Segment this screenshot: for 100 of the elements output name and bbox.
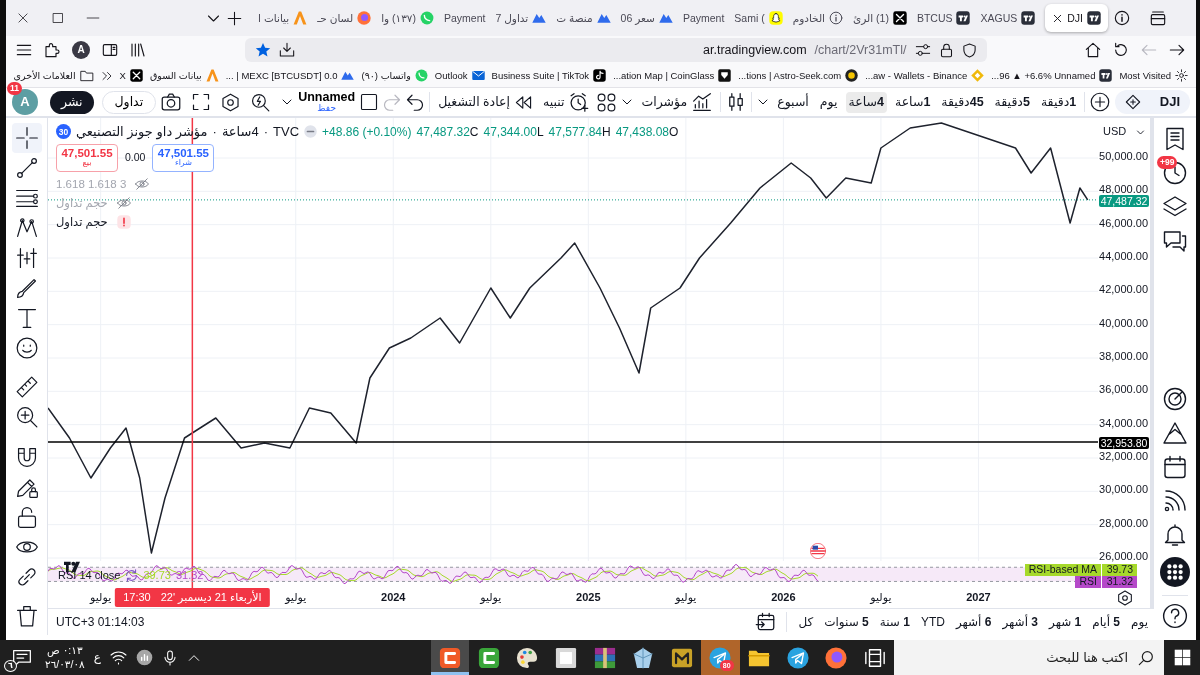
price-change: +48.86 (+0.10%) — [322, 124, 412, 139]
trade-button[interactable]: تداول — [101, 90, 157, 114]
browser-tab[interactable]: الخادوم — [788, 4, 847, 32]
range-button[interactable]: YTD — [920, 614, 945, 630]
bookmark-link[interactable]: بيانات السوق — [149, 69, 219, 82]
browser-tab[interactable]: (١٣٧) وا — [377, 4, 438, 32]
calendar-icon[interactable] — [755, 612, 776, 632]
reload-icon[interactable] — [1113, 42, 1129, 58]
bookmark-link[interactable]: Most Visited — [1119, 69, 1188, 82]
library-icon[interactable] — [130, 42, 146, 58]
maximize-icon[interactable] — [52, 12, 64, 24]
bell-icon[interactable] — [1163, 523, 1187, 547]
settings-icon[interactable] — [1117, 590, 1133, 606]
bookmark-folder[interactable]: العلامات الأخرى — [13, 68, 94, 83]
browser-tab[interactable]: Payment — [678, 4, 729, 32]
bookmark-link[interactable]: ... | MEXC [BTCUSDT] 0.0 — [225, 69, 355, 82]
search-field[interactable]: اكتب هنا للبحث — [894, 640, 1164, 675]
mountain-icon[interactable] — [1163, 421, 1187, 445]
wifi-icon[interactable] — [109, 649, 127, 666]
quick-search-icon[interactable] — [251, 92, 271, 112]
help-icon[interactable] — [1162, 603, 1188, 629]
symbol-search-field[interactable]: DJI — [1115, 90, 1190, 114]
shield-icon[interactable] — [961, 42, 977, 58]
browser-tab[interactable]: DJI — [1045, 4, 1108, 32]
layers-icon[interactable] — [1163, 195, 1187, 219]
currency-dropdown[interactable]: USD — [1100, 123, 1148, 141]
range-button[interactable]: يوم — [1131, 614, 1148, 630]
eye-off-icon[interactable] — [116, 195, 131, 210]
legend-title: 4ساعة — [221, 124, 259, 140]
settings-icon[interactable] — [221, 92, 241, 112]
target-icon[interactable] — [1163, 387, 1187, 411]
range-button[interactable]: كل — [798, 614, 814, 630]
alert-button[interactable]: تنبيه — [539, 90, 593, 114]
download-icon[interactable] — [278, 42, 295, 58]
bookmark-link[interactable]: واتساب (٩٠) — [361, 69, 428, 82]
back-icon[interactable] — [1169, 42, 1185, 58]
interval-button[interactable]: يوم — [816, 91, 841, 113]
info-icon[interactable] — [1114, 10, 1130, 26]
browser-tab[interactable]: بيانات ا — [254, 4, 312, 32]
browser-tab[interactable]: سعر 06 — [616, 4, 677, 32]
microphone-icon[interactable] — [161, 649, 178, 666]
bookmark-link[interactable]: Outlook — [434, 69, 485, 82]
sidebar-icon[interactable] — [102, 42, 118, 58]
puzzle-icon[interactable] — [44, 42, 60, 58]
clock-date[interactable]: ٢٦/٠٣/٠٨ — [45, 657, 85, 671]
browser-tab[interactable]: (1) الرئ — [849, 4, 911, 32]
camera-icon[interactable] — [161, 92, 182, 112]
bookmark-link[interactable]: ...aw - Wallets - Binance — [865, 69, 985, 82]
crosshair-icon[interactable] — [11, 123, 42, 153]
browser-tab[interactable]: Sami ( — [730, 4, 787, 32]
browser-tab[interactable]: XAGUS — [976, 4, 1040, 32]
meter-icon[interactable] — [135, 649, 153, 666]
tab-list-icon[interactable] — [1150, 10, 1166, 26]
close-icon[interactable] — [1052, 12, 1064, 24]
bookmark-link[interactable]: ...96 ▲ +6.6% Unnamed — [991, 69, 1113, 82]
close-icon[interactable] — [16, 11, 30, 25]
calendar-icon[interactable] — [1163, 455, 1187, 479]
bookmark-link[interactable]: X — [119, 69, 143, 82]
apps-icon[interactable] — [1160, 557, 1190, 587]
bookmark-link[interactable]: Business Suite | TikTok — [491, 69, 607, 82]
minus-icon[interactable] — [304, 125, 318, 139]
timezone-button[interactable]: UTC+3 01:14:03 — [56, 614, 145, 630]
home-icon[interactable] — [1085, 42, 1101, 58]
eye-off-icon[interactable] — [135, 176, 150, 191]
address-field[interactable]: ar.tradingview.com /chart/2Vr31mTl/ — [244, 38, 987, 62]
bookmark-link[interactable]: ...ation Map | CoinGlass — [613, 69, 732, 82]
chat-icon[interactable] — [1163, 229, 1187, 253]
signal-icon[interactable] — [1163, 489, 1187, 513]
menu-icon[interactable] — [16, 42, 32, 58]
lock-icon[interactable] — [938, 42, 954, 58]
undo-icon[interactable] — [406, 93, 425, 111]
legend-title: · — [212, 124, 217, 140]
grid-icon[interactable] — [597, 92, 617, 112]
indicators-button[interactable]: مؤشرات — [638, 90, 716, 114]
list-icon[interactable] — [1163, 127, 1187, 151]
browser-tab[interactable]: Payment — [440, 4, 490, 32]
new-tab-icon[interactable] — [227, 10, 243, 26]
interval-button[interactable]: أسبوع — [774, 91, 812, 113]
bookmark-link[interactable]: ...tions | Astro-Seek.com — [738, 69, 859, 82]
alert-icon[interactable] — [116, 214, 131, 229]
add-icon[interactable] — [1090, 92, 1111, 112]
browser-tab[interactable]: BTCUS — [912, 4, 975, 32]
browser-tab[interactable]: منصة ت — [552, 4, 615, 32]
windows-icon[interactable] — [1173, 649, 1191, 666]
count-badge: 30 — [56, 124, 71, 140]
language-indicator[interactable]: ع — [93, 650, 101, 665]
taskbar-button[interactable] — [430, 640, 470, 675]
star-icon[interactable] — [254, 42, 271, 58]
indicator-label[interactable]: حجم تداول — [56, 214, 108, 229]
layout-icon[interactable] — [360, 93, 379, 111]
replay-button[interactable]: إعادة التشغيل — [435, 91, 535, 113]
double-chevron-icon[interactable] — [100, 69, 113, 82]
publish-button[interactable]: نشر — [50, 90, 94, 114]
account-button[interactable]: A — [72, 41, 90, 59]
clock-time[interactable]: ٠:١٣ ص — [47, 644, 83, 658]
browser-tab[interactable]: لسان حـ — [313, 4, 376, 32]
sliders-icon[interactable] — [914, 42, 931, 58]
flag-icon[interactable] — [810, 543, 826, 559]
browser-tab[interactable]: تداول 7 — [491, 4, 551, 32]
fullscreen-icon[interactable] — [192, 93, 211, 111]
